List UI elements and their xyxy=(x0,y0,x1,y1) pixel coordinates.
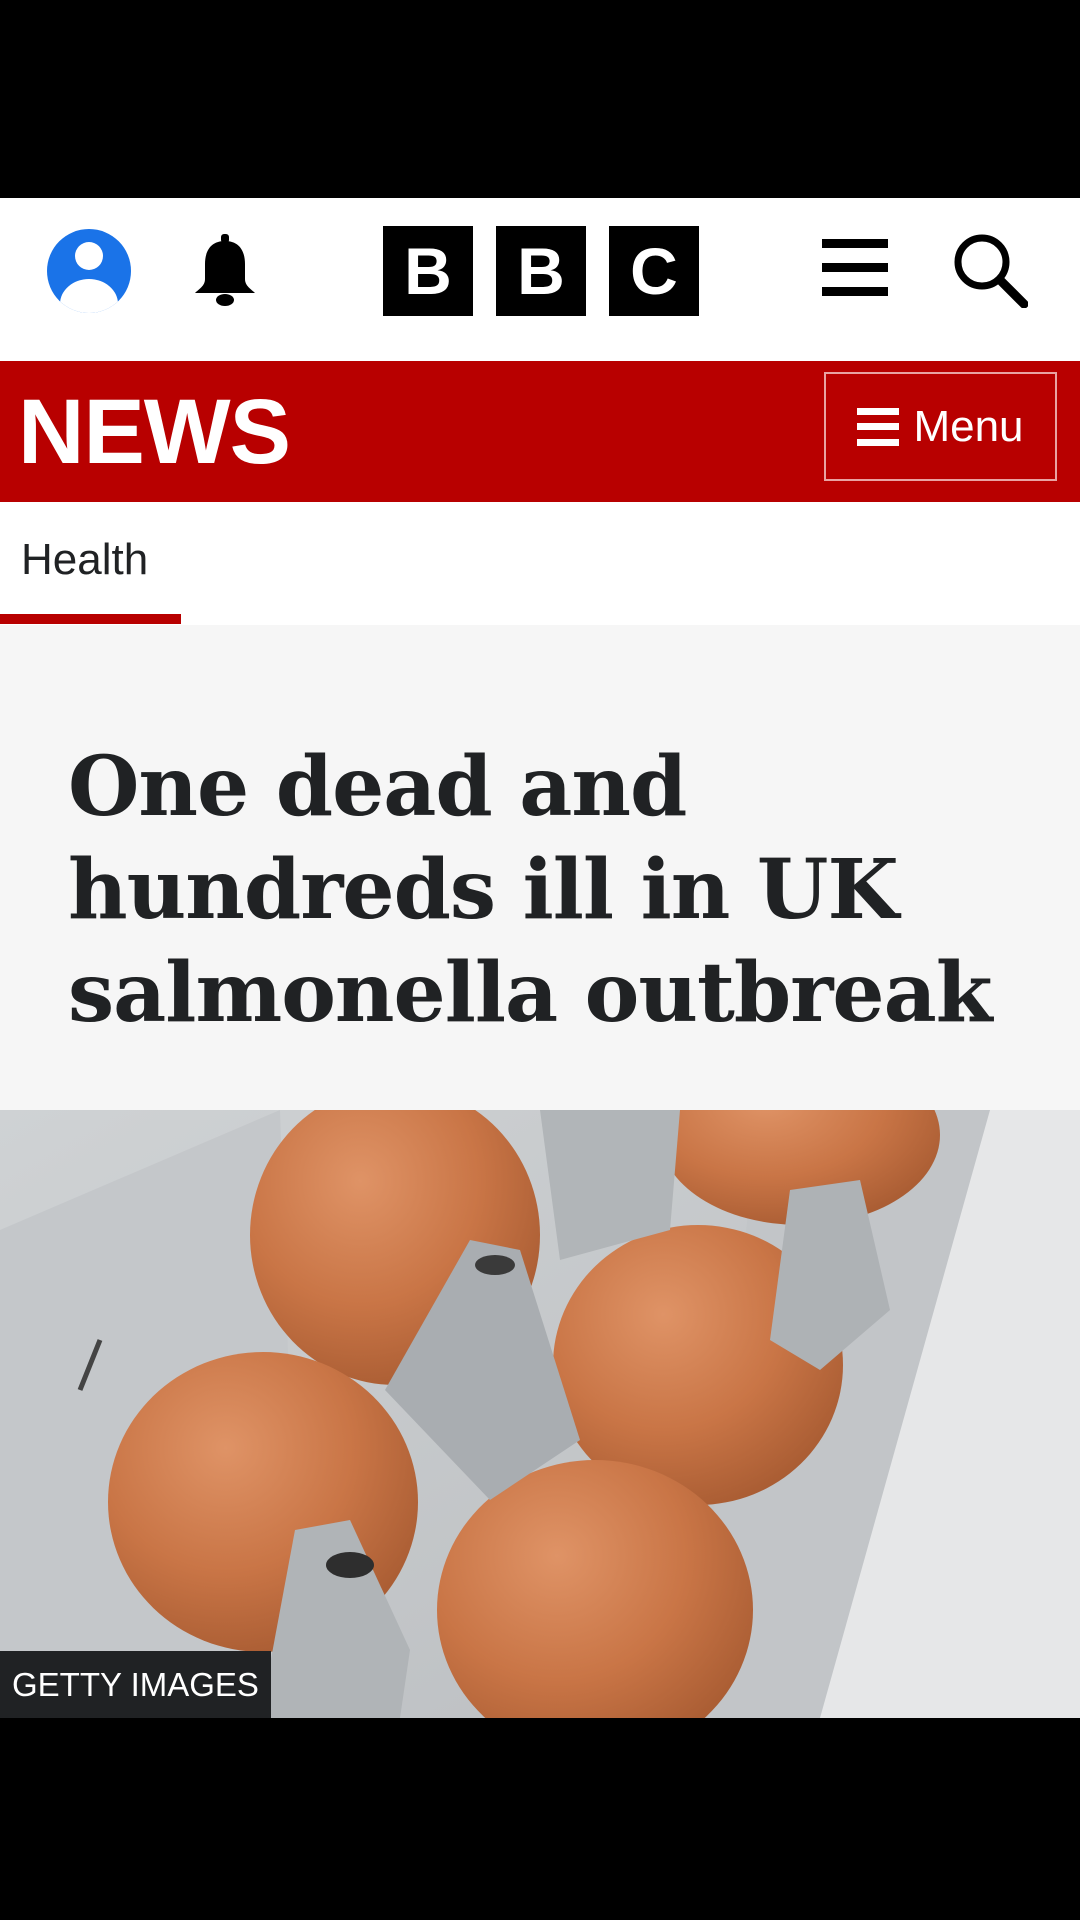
image-credit: GETTY IMAGES xyxy=(0,1651,271,1718)
article-headline: One dead and hundreds ill in UK salmonel… xyxy=(68,739,993,1041)
bbc-logo-letter: B xyxy=(496,226,586,316)
search-icon[interactable] xyxy=(952,232,1028,308)
bbc-logo-letter: B xyxy=(383,226,473,316)
user-account-icon[interactable] xyxy=(47,229,131,313)
eggs-in-carton-illustration xyxy=(0,1110,1080,1718)
bbc-logo[interactable]: B B C xyxy=(383,226,699,316)
section-nav xyxy=(0,502,1080,625)
news-menu-button[interactable]: Menu xyxy=(824,372,1057,481)
menu-label: Menu xyxy=(913,401,1024,451)
hamburger-menu-icon[interactable] xyxy=(820,236,890,300)
news-logo[interactable]: NEWS xyxy=(18,382,291,482)
account-head-shape xyxy=(75,242,103,270)
active-section-indicator xyxy=(0,614,181,624)
top-black-bar xyxy=(0,0,1080,198)
bottom-black-bar xyxy=(0,1718,1080,1920)
section-link-health[interactable]: Health xyxy=(21,535,148,585)
hero-image xyxy=(0,1110,1080,1718)
bell-icon[interactable] xyxy=(190,234,260,308)
bbc-logo-letter: C xyxy=(609,226,699,316)
menu-lines-icon xyxy=(857,407,900,446)
account-body-shape xyxy=(60,279,118,313)
